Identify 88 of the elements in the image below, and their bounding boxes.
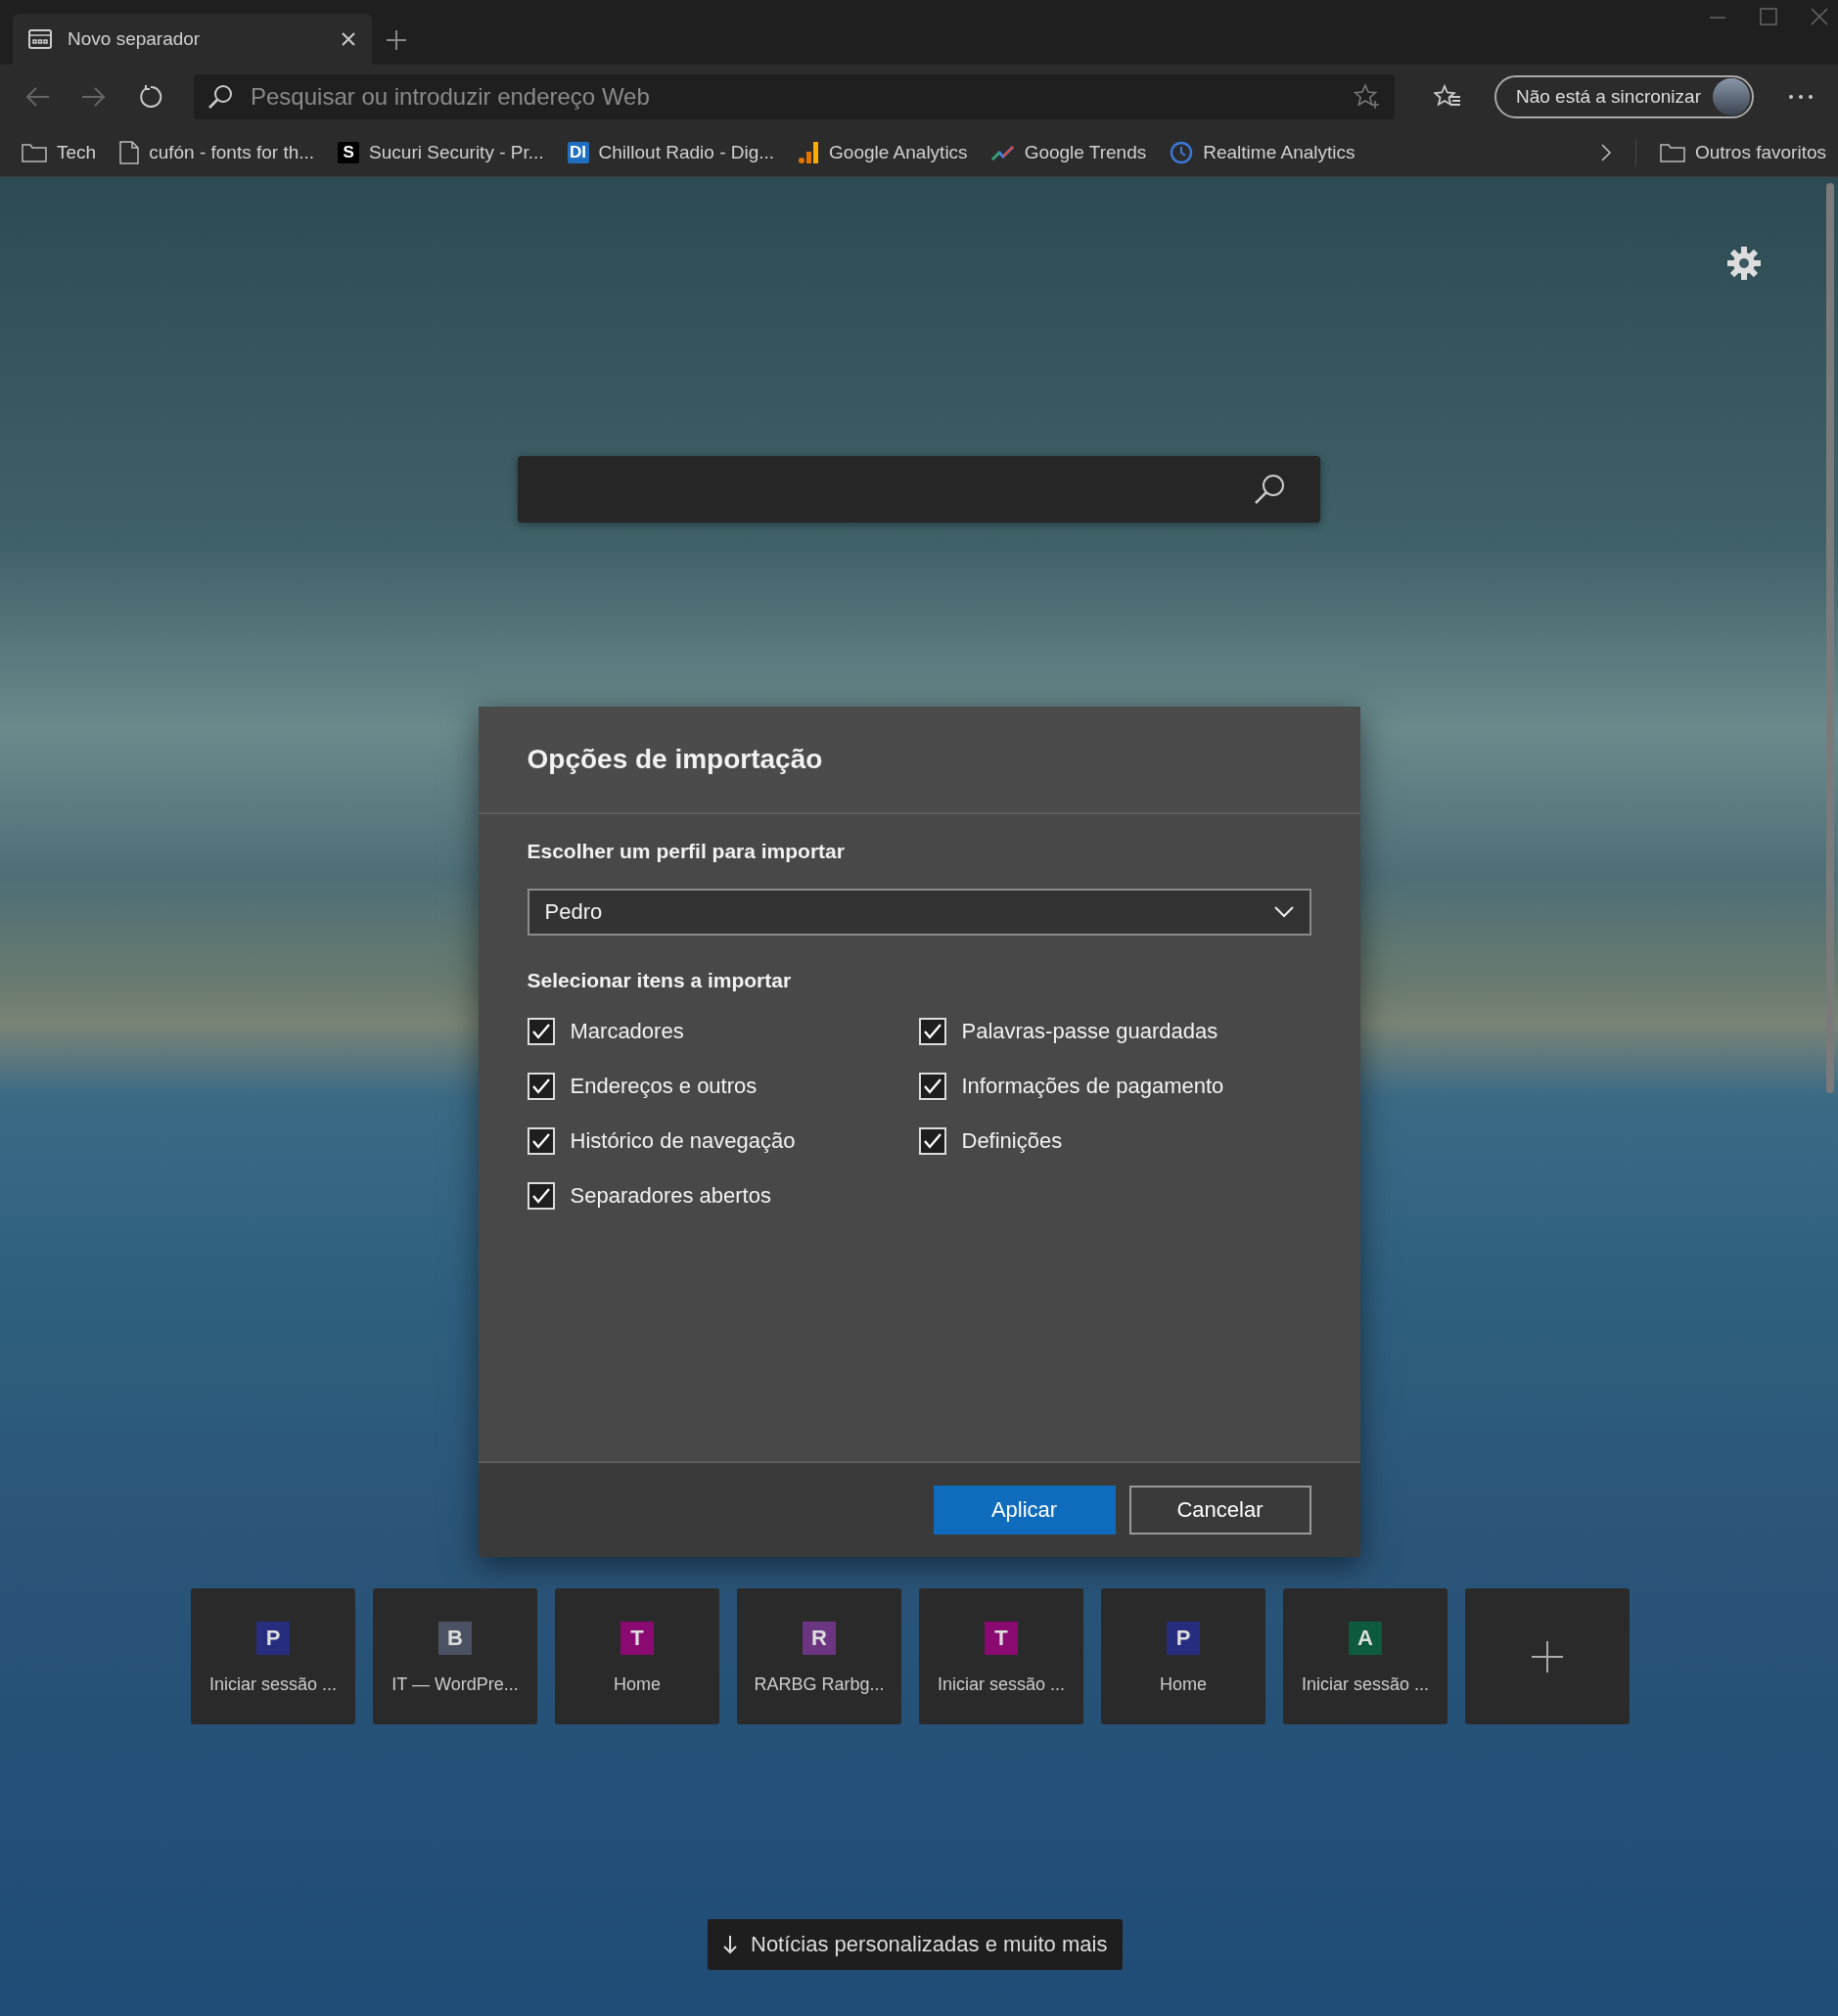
checkmark-icon [923, 1078, 942, 1094]
checkmark-icon [531, 1188, 550, 1204]
dialog-title: Opções de importação [478, 707, 1360, 814]
more-icon [1788, 94, 1814, 100]
checkmark-icon [531, 1133, 550, 1149]
new-tab-icon[interactable] [386, 29, 407, 51]
checkbox-label: Separadores abertos [570, 1183, 771, 1209]
site-letter-icon: B [438, 1622, 472, 1655]
bookmark-link[interactable]: cufón - fonts for th... [119, 141, 315, 164]
checkbox[interactable] [918, 1073, 946, 1100]
section-label: Selecionar itens a importar [527, 969, 793, 992]
field-label: Escolher um perfil para importar [527, 840, 846, 863]
arrow-left-icon [24, 86, 50, 108]
checkbox[interactable] [918, 1127, 946, 1155]
tile-label: Iniciar sessão ... [1301, 1674, 1430, 1695]
tile-label: Home [1160, 1674, 1207, 1695]
bookmark-link[interactable]: Google Analytics [798, 141, 968, 164]
search-field[interactable] [518, 456, 1320, 523]
sync-button[interactable]: Não está a sincronizar [1493, 75, 1754, 118]
site-logo-icon: DI [567, 142, 589, 163]
settings-icon[interactable] [1726, 246, 1762, 281]
checkmark-icon [531, 1078, 550, 1094]
folder-icon [1659, 143, 1685, 162]
refresh-icon [138, 84, 163, 110]
folder-icon [22, 143, 47, 162]
site-letter-icon: R [803, 1622, 836, 1655]
address-bar[interactable]: Pesquisar ou introduzir endereço Web [194, 74, 1395, 119]
site-tile[interactable]: P Home [1101, 1588, 1265, 1724]
plus-icon [1531, 1639, 1564, 1673]
tab-page-icon [28, 29, 52, 49]
add-tile-button[interactable] [1465, 1588, 1630, 1724]
bookmark-link[interactable]: Realtime Analytics [1170, 141, 1356, 164]
site-letter-icon: T [985, 1622, 1018, 1655]
site-logo-icon: S [338, 142, 360, 163]
clock-icon [1170, 141, 1194, 164]
site-tile[interactable]: R RARBG Rarbg... [737, 1588, 901, 1724]
site-tile[interactable]: B IT — WordPre... [373, 1588, 537, 1724]
checkbox-label: Histórico de navegação [570, 1128, 796, 1154]
tile-label: RARBG Rarbg... [754, 1674, 885, 1695]
scrollbar[interactable] [1826, 183, 1834, 1093]
checkbox-label: Marcadores [570, 1019, 684, 1044]
tile-label: IT — WordPre... [391, 1674, 519, 1695]
checkbox-label: Endereços e outros [570, 1074, 758, 1099]
cancel-button[interactable]: Cancelar [1128, 1486, 1311, 1535]
tab-title: Novo separador [68, 28, 202, 50]
bar-chart-icon [798, 141, 820, 164]
checkbox[interactable] [527, 1073, 555, 1100]
checkbox-label: Palavras-passe guardadas [961, 1019, 1218, 1044]
bookmark-link[interactable]: DI Chillout Radio - Dig... [567, 142, 775, 163]
profile-dropdown[interactable]: Pedro [527, 889, 1311, 936]
browser-tab[interactable]: Novo separador [13, 14, 372, 65]
bookmark-link[interactable]: S Sucuri Security - Pr... [338, 142, 544, 163]
address-field[interactable]: Pesquisar ou introduzir endereço Web [249, 82, 1338, 112]
bookmark-link[interactable]: Tech [22, 142, 97, 163]
checkmark-icon [923, 1024, 942, 1039]
chevron-right-icon[interactable] [1599, 143, 1612, 162]
avatar-icon [1713, 78, 1750, 115]
checkbox-label: Informações de pagamento [961, 1074, 1224, 1099]
add-favorite-icon[interactable] [1353, 83, 1381, 111]
trend-icon [990, 144, 1015, 161]
checkbox[interactable] [527, 1182, 555, 1210]
checkmark-icon [531, 1024, 550, 1039]
tile-label: Iniciar sessão ... [208, 1674, 338, 1695]
arrow-right-icon [81, 86, 107, 108]
tile-label: Home [614, 1674, 661, 1695]
checkbox[interactable] [527, 1018, 555, 1045]
news-button[interactable]: Notícias personalizadas e muito mais [708, 1919, 1124, 1970]
checkmark-icon [923, 1133, 942, 1149]
bookmark-link[interactable]: Google Trends [990, 142, 1147, 163]
site-tile[interactable]: A Iniciar sessão ... [1283, 1588, 1447, 1724]
site-letter-icon: P [1167, 1622, 1200, 1655]
site-letter-icon: P [256, 1622, 290, 1655]
page-icon [119, 141, 140, 164]
site-letter-icon: A [1349, 1622, 1382, 1655]
apply-button[interactable]: Aplicar [933, 1486, 1116, 1535]
site-letter-icon: T [620, 1622, 654, 1655]
search-icon [207, 84, 233, 110]
site-tile[interactable]: P Iniciar sessão ... [191, 1588, 355, 1724]
site-tile[interactable]: T Home [555, 1588, 719, 1724]
chevron-down-icon [1273, 906, 1294, 918]
bookmark-folder[interactable]: Outros favoritos [1659, 142, 1826, 163]
tile-label: Iniciar sessão ... [937, 1674, 1066, 1695]
checkbox-label: Definições [961, 1128, 1063, 1154]
search-icon [1254, 474, 1285, 505]
arrow-down-icon [723, 1935, 737, 1954]
checkbox[interactable] [918, 1018, 946, 1045]
checkbox[interactable] [527, 1127, 555, 1155]
site-tile[interactable]: T Iniciar sessão ... [919, 1588, 1083, 1724]
